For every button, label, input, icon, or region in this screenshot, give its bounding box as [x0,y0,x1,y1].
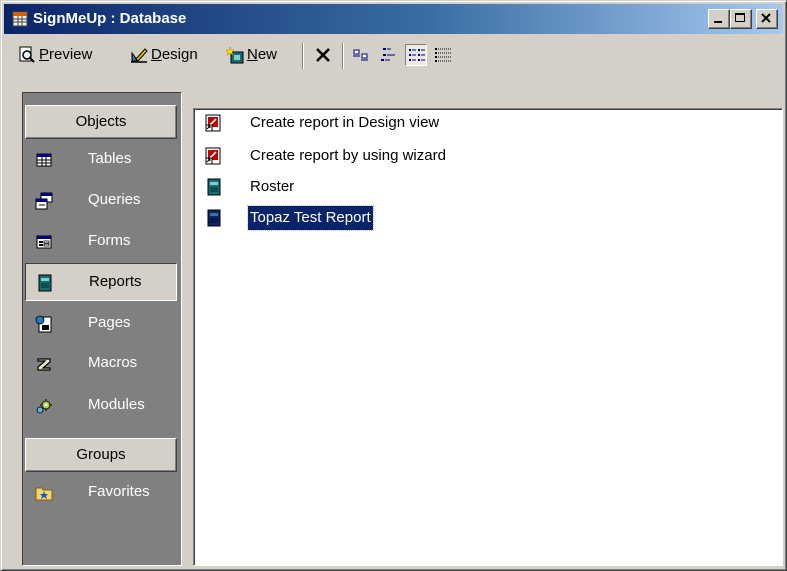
objects-item-modules[interactable]: Modules [25,387,177,425]
delete-x-icon [316,48,330,62]
new-object-icon [226,46,244,64]
objects-item-label: Queries [88,191,141,208]
maximize-button[interactable] [730,9,752,29]
module-icon [36,399,52,414]
small-icons-icon [381,48,395,61]
groups-item-label: Favorites [88,483,150,500]
objects-item-label: Reports [89,273,142,290]
form-icon [36,235,52,249]
small-icons-view-button[interactable] [378,44,400,66]
objects-item-macros[interactable]: Macros [25,345,177,383]
report-icon [207,178,221,196]
list-item-label: Topaz Test Report [247,205,374,231]
title-bar[interactable]: SignMeUp : Database [4,4,783,34]
objects-item-label: Pages [88,314,131,331]
details-view-icon [435,48,451,62]
design-icon [131,48,148,63]
objects-item-reports[interactable]: Reports [25,263,177,301]
large-icons-view-button[interactable] [350,44,372,66]
close-button[interactable] [756,9,778,29]
favorites-folder-icon [35,487,53,501]
design-button[interactable]: Design [130,43,218,67]
groups-item-favorites[interactable]: Favorites [25,474,177,512]
objects-bar: Objects Tables Queries Forms Reports Pag… [22,92,182,566]
wizard-shortcut-icon [205,147,221,165]
close-icon [761,13,771,23]
objects-header-button[interactable]: Objects [25,105,177,139]
database-icon [12,11,28,27]
delete-button[interactable] [312,44,334,66]
groups-header-button[interactable]: Groups [25,438,177,472]
preview-button[interactable]: Preview [18,43,118,67]
report-list: Create report in Design view Create repo… [193,108,783,566]
objects-item-label: Macros [88,354,138,371]
macro-icon [37,358,51,371]
maximize-icon [735,13,745,22]
objects-item-pages[interactable]: Pages [25,305,177,343]
toolbar-separator [342,43,344,69]
objects-item-label: Forms [88,232,131,249]
large-icons-icon [353,49,368,61]
query-icon [35,192,53,210]
minimize-icon [714,21,722,23]
objects-item-forms[interactable]: Forms [25,223,177,261]
minimize-button[interactable] [708,9,730,29]
design-label: esign [161,46,198,63]
details-view-button[interactable] [432,44,454,66]
report-icon [38,274,52,292]
design-shortcut-icon [205,114,221,132]
preview-accel: P [39,46,50,63]
design-accel: D [151,46,162,63]
objects-item-label: Modules [88,396,145,413]
objects-item-queries[interactable]: Queries [25,182,177,220]
list-view-button[interactable] [405,44,427,66]
list-item-label: Create report by using wizard [250,147,446,164]
window-title: SignMeUp : Database [33,10,187,27]
objects-item-label: Tables [88,150,132,167]
objects-item-tables[interactable]: Tables [25,141,177,179]
report-icon [207,209,221,227]
new-accel: N [247,46,258,63]
print-preview-icon [19,46,35,63]
toolbar-separator [302,43,304,69]
preview-label: review [49,46,93,63]
list-item-label: Create report in Design view [250,114,440,131]
database-toolbar: Preview Design New [4,37,783,73]
list-view-icon [409,49,425,61]
table-icon [36,153,52,167]
new-button[interactable]: New [226,43,296,67]
new-label: ew [257,46,278,63]
page-icon [35,315,52,333]
list-item-label: Roster [250,178,295,195]
database-window: SignMeUp : Database Preview Design New O… [0,0,787,571]
